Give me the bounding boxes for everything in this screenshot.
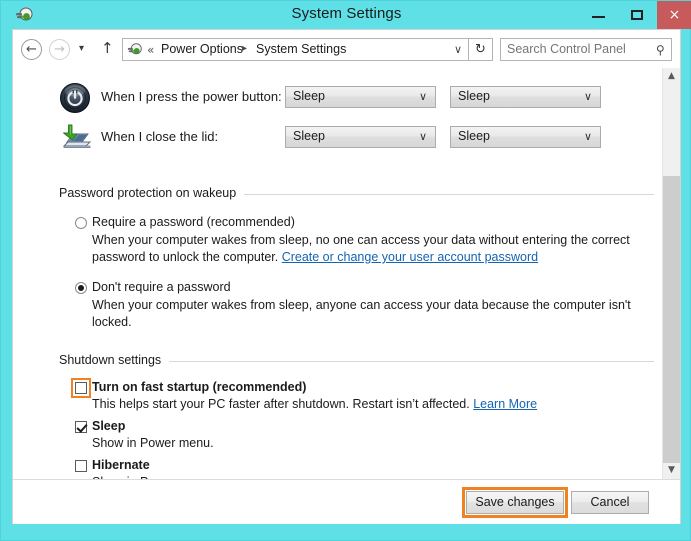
minimize-icon — [592, 16, 605, 18]
shutdown-settings-section-header: Shutdown settings — [13, 353, 662, 371]
close-lid-plugged-in-value: Sleep — [458, 129, 490, 143]
search-input[interactable]: Search Control Panel — [507, 42, 626, 56]
content-scrollbar[interactable]: ▲ ▼ — [662, 68, 680, 479]
dont-require-password-description: When your computer wakes from sleep, any… — [92, 298, 631, 329]
require-password-label: Require a password (recommended) — [92, 215, 295, 229]
power-button-setting-row: When I press the power button: Sleep ∨ S… — [13, 80, 662, 120]
close-lid-label: When I close the lid: — [101, 129, 219, 144]
power-button-plugged-in-select[interactable]: Sleep ∨ — [450, 86, 601, 108]
content-viewport: When I press the power button: Sleep ∨ S… — [13, 68, 662, 479]
back-button[interactable]: ← — [21, 39, 42, 60]
search-box[interactable]: Search Control Panel ⚲ — [500, 38, 672, 61]
learn-more-link[interactable]: Learn More — [473, 397, 537, 411]
up-one-level-button[interactable]: ↑ — [101, 39, 114, 57]
address-chevron-down-icon[interactable]: ∨ — [454, 43, 462, 56]
power-button-label: When I press the power button: — [101, 89, 282, 104]
chevron-down-icon: ∨ — [418, 90, 427, 103]
dialog-footer: Save changes Cancel — [13, 479, 680, 524]
save-changes-button[interactable]: Save changes — [466, 491, 564, 514]
navigation-bar: ← → ▾ ↑ « Power Options ▸ System Setting… — [13, 30, 680, 68]
dont-require-password-label: Don't require a password — [92, 280, 231, 294]
close-lid-plugged-in-select[interactable]: Sleep ∨ — [450, 126, 601, 148]
system-settings-window: System Settings × ← → ▾ ↑ « Power Option… — [0, 0, 691, 541]
close-lid-on-battery-value: Sleep — [293, 129, 325, 143]
address-power-plug-icon — [127, 42, 143, 58]
hibernate-label: Hibernate — [92, 458, 150, 472]
require-password-radio[interactable] — [75, 217, 87, 229]
power-button-plugged-in-value: Sleep — [458, 89, 490, 103]
fast-startup-description: This helps start your PC faster after sh… — [92, 397, 537, 411]
address-bar[interactable]: « Power Options ▸ System Settings ∨ — [122, 38, 469, 61]
power-button-on-battery-select[interactable]: Sleep ∨ — [285, 86, 436, 108]
breadcrumb-separator-icon[interactable]: ▸ — [242, 43, 247, 54]
minimize-button[interactable] — [579, 1, 618, 29]
close-button[interactable]: × — [657, 1, 691, 29]
close-lid-on-battery-select[interactable]: Sleep ∨ — [285, 126, 436, 148]
fast-startup-label: Turn on fast startup (recommended) — [92, 380, 307, 394]
maximize-icon — [631, 10, 643, 20]
shutdown-settings-title: Shutdown settings — [59, 353, 170, 367]
breadcrumb-overflow-icon[interactable]: « — [147, 43, 154, 57]
require-password-description: When your computer wakes from sleep, no … — [92, 232, 637, 266]
refresh-button[interactable]: ↻ — [469, 38, 493, 61]
sleep-description: Show in Power menu. — [92, 436, 214, 450]
recent-locations-icon[interactable]: ▾ — [79, 43, 84, 54]
title-bar: System Settings × — [1, 1, 691, 29]
password-protection-section-header: Password protection on wakeup — [13, 186, 662, 204]
chevron-down-icon: ∨ — [583, 90, 592, 103]
chevron-down-icon: ∨ — [583, 130, 592, 143]
dont-require-password-radio[interactable] — [75, 282, 87, 294]
maximize-button[interactable] — [618, 1, 657, 29]
client-area: ← → ▾ ↑ « Power Options ▸ System Setting… — [12, 29, 681, 524]
search-icon: ⚲ — [656, 43, 665, 57]
hibernate-checkbox[interactable] — [75, 460, 87, 472]
password-protection-title: Password protection on wakeup — [59, 186, 245, 200]
scroll-up-icon[interactable]: ▲ — [663, 68, 680, 85]
chevron-down-icon: ∨ — [418, 130, 427, 143]
power-button-icon — [59, 82, 91, 114]
cancel-button[interactable]: Cancel — [571, 491, 649, 514]
fast-startup-description-text: This helps start your PC faster after sh… — [92, 397, 474, 411]
close-icon: × — [668, 7, 681, 23]
forward-button[interactable]: → — [49, 39, 70, 60]
sleep-checkbox[interactable] — [75, 421, 87, 433]
create-change-password-link[interactable]: Create or change your user account passw… — [282, 250, 538, 264]
sleep-label: Sleep — [92, 419, 126, 433]
breadcrumb-power-options[interactable]: Power Options — [161, 42, 243, 56]
scrollbar-thumb[interactable] — [663, 176, 680, 463]
power-button-on-battery-value: Sleep — [293, 89, 325, 103]
breadcrumb-system-settings[interactable]: System Settings — [256, 42, 346, 56]
close-lid-setting-row: When I close the lid: Sleep ∨ Sleep ∨ — [13, 120, 662, 160]
laptop-lid-icon — [59, 122, 92, 154]
scroll-down-icon[interactable]: ▼ — [663, 462, 680, 479]
fast-startup-checkbox[interactable] — [75, 382, 87, 394]
